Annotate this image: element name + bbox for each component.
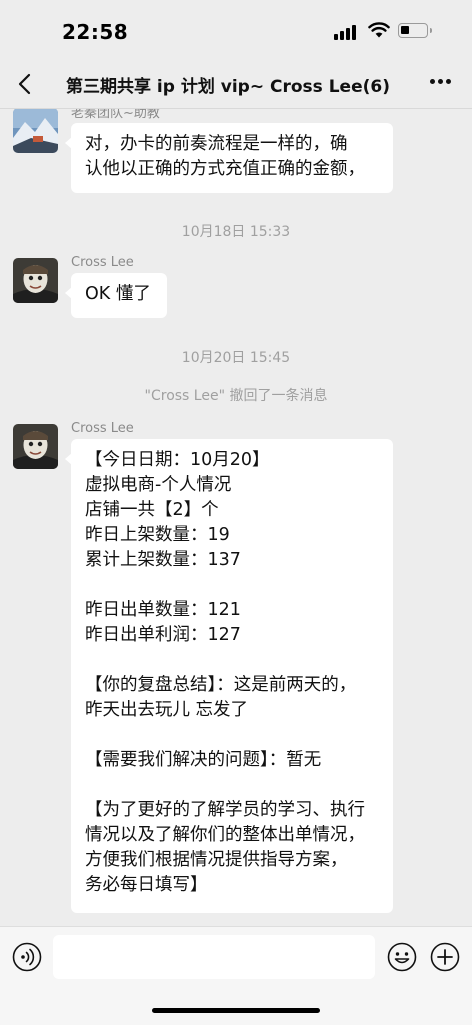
- wifi-icon: [368, 22, 390, 38]
- sender-name: Cross Lee: [71, 421, 134, 436]
- avatar[interactable]: [13, 258, 58, 303]
- message-bubble[interactable]: 【今日日期：10月20】 虚拟电商-个人情况 店铺一共【2】个 昨日上架数量：1…: [65, 439, 393, 913]
- emoji-icon[interactable]: [387, 942, 417, 972]
- plus-icon[interactable]: [430, 942, 460, 972]
- chat-header: 第三期共享 ip 计划 vip~ Cross Lee(6): [0, 62, 472, 109]
- sender-name: Cross Lee: [71, 255, 134, 270]
- voice-icon[interactable]: [12, 942, 42, 972]
- timestamp: 10月18日 15:33: [181, 224, 291, 240]
- status-bar: 22:58: [0, 0, 472, 62]
- avatar[interactable]: [13, 108, 58, 153]
- back-arrow-icon[interactable]: [14, 70, 38, 98]
- battery-icon: [398, 23, 432, 38]
- message-input[interactable]: [53, 935, 375, 979]
- timestamp: 10月20日 15:45: [181, 350, 291, 366]
- message-bubble[interactable]: 对，办卡的前奏流程是一样的，确 认他以正确的方式充值正确的金额，: [65, 123, 393, 193]
- message-bubble[interactable]: OK 懂了: [65, 273, 167, 318]
- chat-area[interactable]: 老秦团队~助教 对，办卡的前奏流程是一样的，确 认他以正确的方式充值正确的金额，…: [0, 108, 472, 926]
- sender-name: 老秦团队~助教: [71, 108, 160, 121]
- avatar[interactable]: [13, 424, 58, 469]
- system-notice: "Cross Lee" 撤回了一条消息: [144, 388, 328, 404]
- status-time: 22:58: [62, 20, 129, 44]
- home-indicator: [152, 1008, 320, 1013]
- more-icon[interactable]: [430, 78, 452, 86]
- chat-title: 第三期共享 ip 计划 vip~ Cross Lee(6): [66, 77, 390, 97]
- signal-icon: [334, 24, 358, 40]
